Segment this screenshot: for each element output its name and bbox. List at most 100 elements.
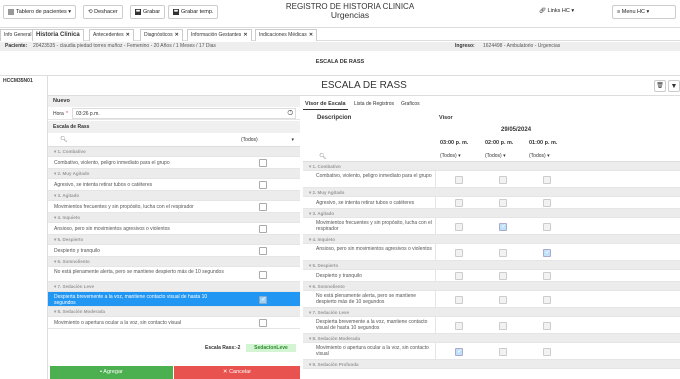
group-row[interactable]: ▾ 7. Sedación Leve — [303, 308, 680, 317]
top-toolbar: Tablero de pacientes ▾ ⟲ Deshacer Grabar… — [0, 0, 680, 28]
close-icon[interactable]: ✕ — [175, 32, 179, 38]
checkbox[interactable] — [259, 270, 267, 279]
tab-indicaciones-medicas[interactable]: Indicaciones Médicas ✕ — [255, 29, 318, 41]
checkbox — [543, 272, 551, 280]
search-icon[interactable]: 🔍︎ — [60, 136, 68, 143]
tablero-button[interactable]: Tablero de pacientes ▾ — [3, 5, 77, 19]
filter-select[interactable]: (Todos) ▾ — [238, 135, 296, 145]
group-row[interactable]: ▾ 2. Muy Agitado — [303, 188, 680, 197]
table-row[interactable]: Despierto y tranquilo — [303, 270, 680, 282]
close-icon[interactable]: ✕ — [126, 32, 130, 38]
deshacer-button[interactable]: ⟲ Deshacer — [83, 5, 123, 19]
row-label: ▾ 4. Inquieto — [54, 215, 81, 220]
row-label: ▾ 1. Combativo — [309, 164, 341, 169]
group-row[interactable]: ▾ 6. Somnoliento — [48, 257, 300, 267]
row-label: Combativo, violento, peligro inmediato p… — [316, 173, 432, 179]
group-row[interactable]: ▾ 3. Agitado — [48, 191, 300, 201]
tab-diagnosticos[interactable]: Diagnósticos ✕ — [140, 29, 183, 41]
table-row[interactable]: Movimientos frecuentes y sin propósito, … — [303, 218, 680, 235]
agregar-button[interactable]: ▪ Agregar — [50, 366, 173, 379]
filter-select[interactable]: (Todos) ▾ — [529, 153, 550, 159]
grabar-button[interactable]: Grabar — [130, 5, 166, 19]
tab-graficos[interactable]: Graficos — [399, 99, 422, 109]
grabar-temp-button[interactable]: Grabar temp. — [168, 5, 219, 19]
table-row[interactable]: Ansioso, pero sin movimientos agresivos … — [303, 244, 680, 261]
group-row[interactable]: ▾ 7. Sedación Leve — [48, 282, 300, 292]
cancelar-button[interactable]: ✕ Cancelar — [174, 366, 300, 379]
close-icon[interactable]: ✕ — [243, 32, 247, 38]
caret-down-icon: ▾ — [68, 9, 72, 15]
row-label: No está plenamente alerta, pero se manti… — [54, 269, 224, 275]
filter-button[interactable]: ▼ — [668, 80, 680, 92]
group-row[interactable]: ▾ 4. Inquieto — [48, 213, 300, 223]
list-item[interactable]: Movimientos frecuentes y sin propósito, … — [48, 201, 300, 213]
list-item[interactable]: Movimiento o apertura ocular a la voz, s… — [48, 317, 300, 329]
checkbox — [543, 321, 551, 330]
checkbox[interactable] — [259, 225, 267, 233]
table-row[interactable]: No está plenamente alerta, pero se manti… — [303, 291, 680, 308]
search-icon[interactable]: 🔍︎ — [319, 153, 327, 160]
group-row[interactable]: ▾ 5. Despierto — [48, 235, 300, 245]
row-label: ▾ 8. Sedación Moderada — [309, 336, 361, 341]
row-label: Despierta brevemente a la voz, mantiene … — [316, 319, 428, 331]
checkbox — [543, 199, 551, 207]
group-row[interactable]: ▾ 2. Muy Agitado — [48, 169, 300, 179]
tab-info-general[interactable]: Info General — [0, 29, 36, 41]
close-icon[interactable]: ✕ — [309, 32, 313, 38]
row-label: Combativo, violento, peligro inmediato p… — [54, 160, 170, 166]
filter-select[interactable]: (Todos) ▾ — [440, 153, 461, 159]
right-grid: ▾ 1. Combativo Combativo, violento, pelig… — [303, 162, 680, 379]
list-item[interactable]: Combativo, violento, peligro inmediato p… — [48, 157, 300, 169]
tab-informacion-gestantes[interactable]: Información Gestantes ✕ — [187, 29, 252, 41]
group-row[interactable]: ▾ 8. Sedación Moderada — [48, 307, 300, 317]
checkbox — [499, 347, 507, 356]
checkbox — [455, 175, 463, 184]
checkbox — [455, 272, 463, 280]
filter-icon: ▼ — [670, 83, 678, 90]
filter-row: 🔍︎ (Todos) ▾ — [48, 133, 300, 147]
group-row[interactable]: ▾ 9. Sedación Profunda — [303, 360, 680, 369]
tab-lista-registros[interactable]: Lista de Registros — [352, 99, 396, 109]
checkbox[interactable] — [259, 247, 267, 255]
tab-historia-clinica[interactable]: Historia Clinica — [32, 29, 84, 41]
grid-header: Descripcion Visor 29/05/2024 03:00 p. m.… — [303, 110, 680, 162]
list-item[interactable]: No está plenamente alerta, pero se manti… — [48, 267, 300, 282]
checkbox[interactable] — [259, 203, 267, 211]
group-row[interactable]: ▾ 3. Agitado — [303, 209, 680, 218]
group-row[interactable]: ▾ 4. Inquieto — [303, 235, 680, 244]
table-row[interactable]: Agresivo, se intenta retirar tubos o cat… — [303, 197, 680, 209]
group-row[interactable]: ▾ 1. Combativo — [48, 147, 300, 157]
page-title: ESCALA DE RASS — [321, 80, 407, 91]
table-row[interactable]: Despierta brevemente a la voz, mantiene … — [303, 317, 680, 334]
table-row[interactable]: Movimiento o apertura ocular a la voz, s… — [303, 343, 680, 360]
menu-hc-button[interactable]: ≡ Menu HC ▾ — [612, 5, 676, 19]
group-row[interactable]: ▾ 5. Despierto — [303, 261, 680, 270]
left-list: ▾ 1. Combativo Combativo, violento, pelig… — [48, 147, 300, 340]
group-row[interactable]: ▾ 6. Somnoliento — [303, 282, 680, 291]
hora-row: Hora * 03:26 p.m. 🕓︎ — [48, 107, 300, 120]
table-row[interactable]: Combativo, violento, peligro inmediato p… — [303, 171, 680, 188]
checkbox[interactable]: ✓ — [259, 295, 267, 304]
undo-icon: ⟲ — [88, 9, 93, 15]
list-item[interactable]: Despierto y tranquilo — [48, 245, 300, 257]
main-header: ESCALA DE RASS 🗑︎ ▼ — [48, 76, 680, 96]
checkbox[interactable] — [259, 181, 267, 189]
row-label: ▾ 7. Sedación Leve — [309, 310, 350, 315]
tab-visor-escala[interactable]: Visor de Escala — [303, 99, 348, 110]
checkbox[interactable] — [259, 319, 267, 327]
links-hc-button[interactable]: 🔗︎ Links HC ▾ — [535, 5, 579, 19]
row-label: ▾ 6. Somnoliento — [54, 259, 90, 264]
list-item[interactable]: Despierta brevemente a la voz, mantiene … — [48, 292, 300, 307]
group-row[interactable]: ▾ 8. Sedación Moderada — [303, 334, 680, 343]
filter-select[interactable]: (Todos) ▾ — [485, 153, 506, 159]
checkbox[interactable] — [259, 159, 267, 167]
list-item[interactable]: Agresivo, se intenta retirar tubos o cat… — [48, 179, 300, 191]
delete-button[interactable]: 🗑︎ — [654, 80, 666, 92]
hora-input[interactable]: 03:26 p.m. 🕓︎ — [72, 108, 296, 119]
checkbox — [543, 175, 551, 184]
group-row[interactable]: ▾ 1. Combativo — [303, 162, 680, 171]
list-item[interactable]: Ansioso, pero sin movimientos agresivos … — [48, 223, 300, 235]
checkbox — [543, 222, 551, 231]
checkbox: ✓ — [499, 222, 507, 231]
tab-antecedentes[interactable]: Antecedentes ✕ — [89, 29, 134, 41]
